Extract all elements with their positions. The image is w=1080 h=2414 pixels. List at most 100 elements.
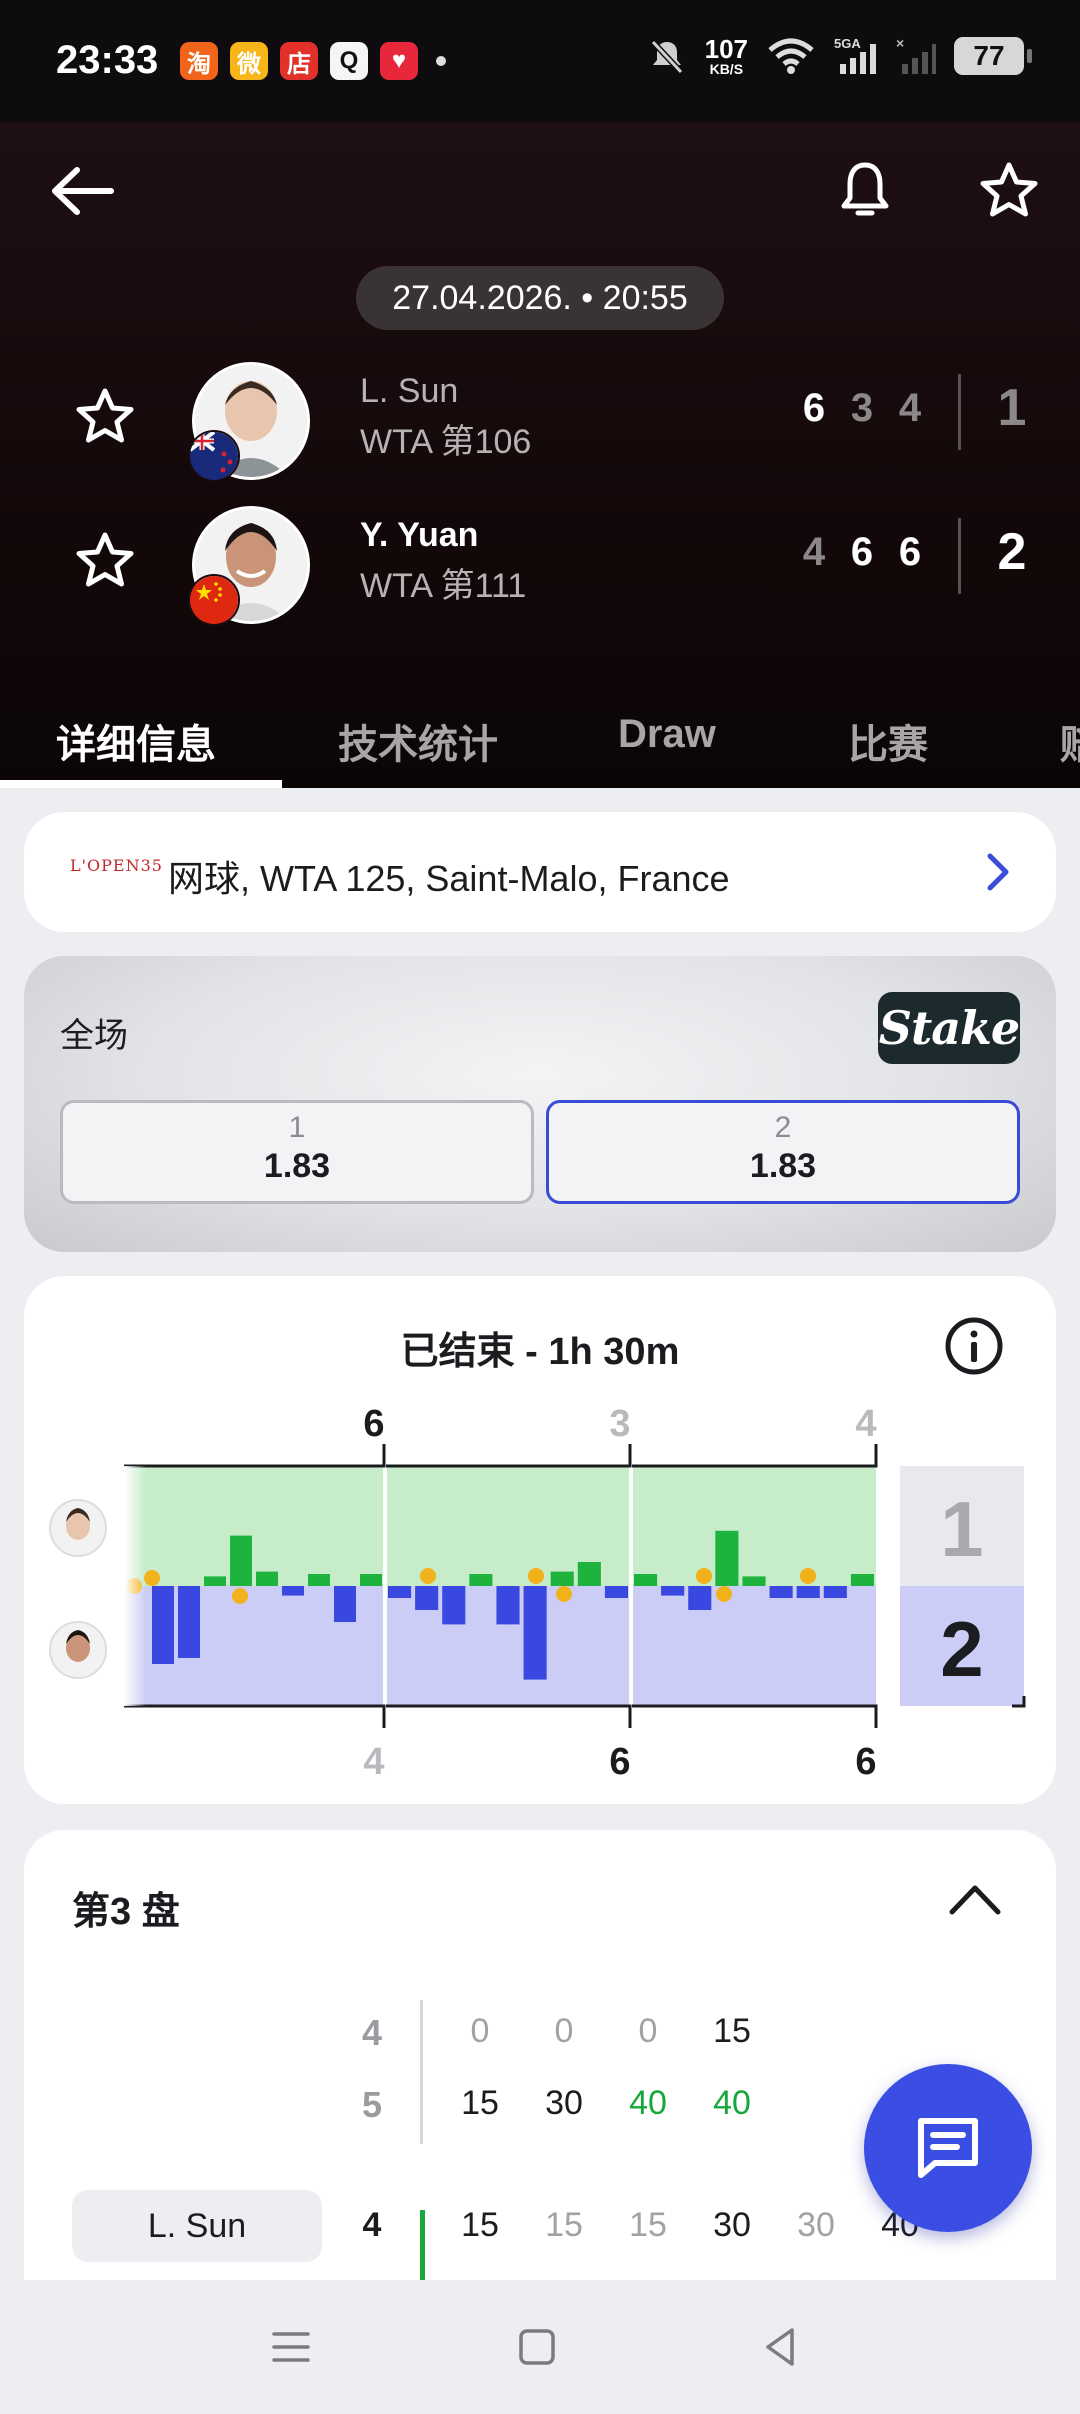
point-score: 0: [638, 2012, 658, 2050]
momentum-bar: [769, 1586, 793, 1598]
odds-option-1[interactable]: 1 1.83: [60, 1100, 534, 1204]
tab-bar: 详细信息 技术统计 Draw 比赛 赔: [0, 682, 1080, 788]
odds-option-2[interactable]: 2 1.83: [546, 1100, 1020, 1204]
set-bracket-top: [124, 1444, 386, 1468]
home-icon[interactable]: [514, 2324, 560, 2370]
tennis-ball-icon: [800, 1568, 816, 1584]
player-row-1[interactable]: L. Sun WTA 第106 6 3 4 1: [0, 356, 1080, 486]
player-2-set-1: 4: [802, 530, 826, 574]
set-bracket-bottom: [386, 1704, 632, 1728]
star-icon: [76, 388, 134, 443]
tennis-ball-icon: [144, 1570, 160, 1586]
set-divider: [629, 1466, 633, 1706]
player-1-mini-avatar: [49, 1499, 107, 1557]
bookmaker-logo[interactable]: Stake: [878, 992, 1020, 1064]
momentum-bar: [550, 1571, 574, 1586]
favorite-player-1-button[interactable]: [74, 386, 144, 456]
set-divider: [383, 1466, 387, 1706]
tab-matches[interactable]: 比赛: [848, 712, 928, 770]
match-header: 27.04.2026. • 20:55 L. Sun WTA 第106 6 3 …: [0, 122, 1080, 788]
match-datetime: 27.04.2026. • 20:55: [356, 266, 724, 330]
tennis-ball-icon: [716, 1586, 732, 1602]
player-2-rank: WTA 第111: [360, 567, 527, 605]
set-1-top-score: 6: [363, 1403, 384, 1445]
tab-statistics[interactable]: 技术统计: [338, 712, 498, 770]
menu-icon[interactable]: [268, 2324, 314, 2370]
point-score: 30: [545, 2084, 583, 2122]
momentum-bar: [715, 1530, 739, 1586]
player-1-set-3: 4: [898, 386, 922, 430]
china-flag-icon: [188, 574, 240, 626]
set-2-bottom-score: 6: [609, 1741, 630, 1783]
game-score: 4: [362, 2206, 382, 2244]
bell-icon: [841, 162, 889, 216]
svg-text:×: ×: [896, 36, 904, 51]
player-2-mini-avatar: [49, 1621, 107, 1679]
player-1-rank: WTA 第106: [360, 423, 532, 461]
tab-details[interactable]: 详细信息: [56, 712, 216, 770]
tournament-link[interactable]: L'OPEN35 网球, WTA 125, Saint-Malo, France: [24, 812, 1056, 932]
qq-app-icon: Q: [330, 42, 368, 80]
weibo-app-icon: 微: [230, 42, 268, 80]
player-1-sets-total: 1: [997, 379, 1027, 437]
point-score: 15: [461, 2206, 499, 2244]
legend-bottom-label: 2: [940, 1605, 983, 1693]
status-bar: 23:33 淘 微 店 Q ♥ 107 KB/S 5GA × 77: [0, 0, 1080, 122]
momentum-bar: [523, 1586, 547, 1680]
mute-icon: [650, 39, 683, 75]
back-icon[interactable]: [758, 2324, 804, 2370]
momentum-bar: [256, 1571, 278, 1586]
active-tab-indicator: [0, 780, 282, 788]
set-bracket-top: [386, 1444, 632, 1468]
tennis-ball-icon: [556, 1586, 572, 1602]
momentum-bar: [178, 1586, 200, 1658]
game-score: 4: [361, 2012, 383, 2053]
battery-indicator: 77: [954, 37, 1032, 75]
player-row-2[interactable]: Y. Yuan WTA 第111 4 6 6 2: [0, 500, 1080, 630]
tab-draw[interactable]: Draw: [618, 712, 716, 757]
signal-5g-icon: 5GA: [834, 36, 876, 74]
set-3-bottom-score: 6: [855, 1741, 876, 1783]
momentum-bar: [604, 1586, 628, 1598]
notification-bell-button[interactable]: [830, 156, 900, 226]
back-button[interactable]: [48, 156, 118, 226]
tournament-title: 网球, WTA 125, Saint-Malo, France: [168, 858, 730, 899]
momentum-bar: [823, 1586, 847, 1598]
star-icon: [76, 532, 134, 587]
signal-sim2-icon: ×: [896, 36, 936, 74]
momentum-bar: [282, 1586, 304, 1596]
star-icon: [980, 162, 1038, 217]
set-bracket-bottom: [124, 1704, 386, 1728]
momentum-bar: [850, 1574, 874, 1586]
tab-odds[interactable]: 赔: [1060, 712, 1080, 770]
player-2-set-2: 6: [850, 530, 874, 574]
point-score: 0: [470, 2012, 490, 2050]
point-score: 15: [713, 2012, 751, 2050]
serve-indicator: [420, 2210, 425, 2284]
chevron-up-icon[interactable]: [948, 1878, 1002, 1918]
player-1-set-1: 6: [802, 386, 826, 430]
momentum-bar: [796, 1586, 820, 1598]
point-score: 40: [629, 2084, 667, 2122]
notification-app-icons: 淘 微 店 Q ♥: [180, 42, 446, 80]
chat-icon: [918, 2118, 978, 2178]
score-divider: [958, 374, 961, 450]
set-2-top-score: 3: [609, 1403, 630, 1445]
favorite-match-button[interactable]: [974, 156, 1044, 226]
chevron-right-icon: [987, 853, 1009, 891]
momentum-bar: [661, 1586, 685, 1596]
taobao-app-icon: 淘: [180, 42, 218, 80]
new-zealand-flag-icon: [188, 430, 240, 482]
chat-button[interactable]: [864, 2064, 1032, 2232]
set-1-bottom-score: 4: [363, 1741, 384, 1783]
favorite-player-2-button[interactable]: [74, 530, 144, 600]
momentum-bar: [442, 1586, 466, 1625]
momentum-bar: [469, 1574, 493, 1586]
arrow-left-icon: [52, 167, 114, 215]
momentum-bar: [360, 1574, 382, 1586]
more-notifications-dot: [436, 56, 446, 66]
set-bracket-bottom: [632, 1704, 878, 1728]
network-speed: 107 KB/S: [704, 34, 748, 77]
momentum-bar: [204, 1576, 226, 1586]
score-divider: [420, 2000, 423, 2144]
